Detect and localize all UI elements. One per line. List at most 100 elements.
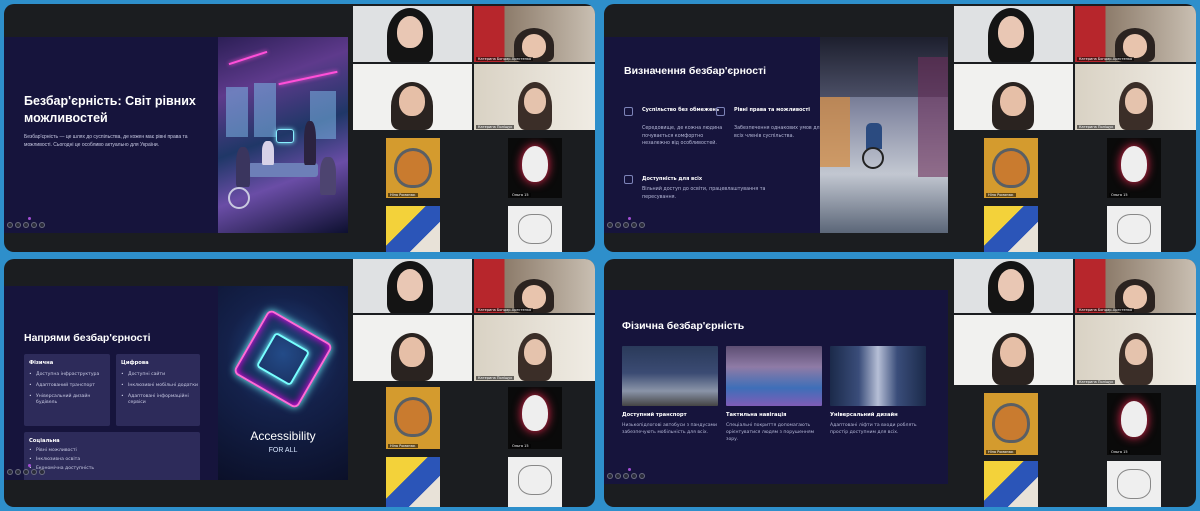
- list-item: Доступні сайти: [121, 372, 201, 378]
- video-tile[interactable]: [954, 315, 1073, 385]
- video-tile[interactable]: [1107, 206, 1161, 252]
- slide-toolbar: [7, 222, 45, 228]
- video-tile[interactable]: Ніна Романюк: [386, 387, 440, 449]
- feature-title: Суспільство без обмежень: [642, 107, 720, 113]
- quadrant-2: Визначення безбар'єрності Суспільство бе…: [604, 4, 1196, 252]
- people-icon: [624, 107, 633, 116]
- list-item: Рівні можливості: [29, 448, 109, 454]
- slide-title: Визначення безбар'єрності: [624, 65, 767, 77]
- video-tile[interactable]: [508, 457, 562, 507]
- card-title: Соціальна: [29, 438, 60, 444]
- prev-slide-button[interactable]: [7, 222, 13, 228]
- more-button[interactable]: [39, 222, 45, 228]
- participant-name: Катерина Бондар-Хрестенко: [1077, 57, 1135, 61]
- video-tile[interactable]: Ольга 15: [508, 387, 562, 449]
- quadrant-4: Фізична безбар'єрність Доступний транспо…: [604, 259, 1196, 507]
- elevator-image: [830, 346, 926, 406]
- quadrant-1: Безбар'єрність: Світ рівних можливостей …: [4, 4, 595, 252]
- video-tile[interactable]: Катерина Поліщук: [1075, 315, 1196, 385]
- more-button[interactable]: [639, 222, 645, 228]
- video-tile[interactable]: Катерина Бондар-Хрестенко: [474, 6, 595, 62]
- video-tile[interactable]: [954, 64, 1073, 130]
- video-tile[interactable]: [508, 206, 562, 252]
- zoom-button[interactable]: [31, 222, 37, 228]
- slide-toolbar: [607, 473, 645, 479]
- video-tile[interactable]: [1107, 461, 1161, 507]
- laser-pointer: [28, 217, 31, 220]
- feature-desc: Спеціальні покриття допомагають орієнтув…: [726, 423, 815, 442]
- door-icon: [624, 175, 633, 184]
- video-tile[interactable]: Ольга 15: [1107, 393, 1161, 455]
- video-tile[interactable]: [353, 259, 472, 313]
- video-tile[interactable]: [984, 206, 1038, 252]
- video-tile[interactable]: Катерина Поліщук: [474, 64, 595, 130]
- slide-title: Фізична безбар'єрність: [622, 320, 745, 332]
- laser-pointer: [628, 468, 631, 471]
- video-tile[interactable]: Ніна Романюк: [386, 138, 440, 198]
- feature-desc: Середовище, де кожна людина почувається …: [642, 126, 723, 146]
- list-item: Доступна інфраструктура: [29, 372, 109, 378]
- card-title: Цифрова: [121, 360, 149, 366]
- video-tile[interactable]: Катерина Бондар-Хрестенко: [474, 259, 595, 313]
- prev-slide-button[interactable]: [607, 473, 613, 479]
- zoom-button[interactable]: [631, 222, 637, 228]
- prev-slide-button[interactable]: [607, 222, 613, 228]
- slide-title: Безбар'єрність: Світ рівних можливостей: [24, 94, 196, 125]
- participant-name: Катерина Поліщук: [476, 125, 515, 129]
- video-tile[interactable]: [386, 457, 440, 507]
- participant-name: Катерина Поліщук: [1077, 380, 1116, 384]
- feature-desc: Вільний доступ до освіти, працевлаштуван…: [642, 187, 766, 200]
- video-tile[interactable]: [353, 64, 472, 130]
- participant-name: Катерина Бондар-Хрестенко: [1077, 308, 1135, 312]
- slide-title: Напрями безбар'єрності: [24, 332, 151, 344]
- presentation-slide: Безбар'єрність: Світ рівних можливостей …: [4, 37, 348, 233]
- video-tile[interactable]: Катерина Поліщук: [474, 315, 595, 381]
- slide-toolbar: [607, 222, 645, 228]
- more-button[interactable]: [639, 473, 645, 479]
- pen-tool-button[interactable]: [623, 222, 629, 228]
- feature-desc: Низькопідлогові автобуси з пандусами заб…: [622, 423, 717, 435]
- laser-pointer: [628, 217, 631, 220]
- play-button[interactable]: [15, 469, 21, 475]
- presentation-slide: Визначення безбар'єрності Суспільство бе…: [604, 37, 948, 233]
- participant-name: Катерина Поліщук: [1077, 125, 1116, 129]
- prev-slide-button[interactable]: [7, 469, 13, 475]
- video-tile[interactable]: Катерина Поліщук: [1075, 64, 1196, 130]
- feature-title: Доступність для всіх: [642, 176, 703, 182]
- quadrant-3: Напрями безбар'єрності Фізична Доступна …: [4, 259, 595, 507]
- pen-tool-button[interactable]: [23, 469, 29, 475]
- feature-title: Рівні права та можливості: [734, 107, 810, 113]
- video-tile[interactable]: Ніна Романюк: [984, 138, 1038, 198]
- slide-illustration: Accessibility FOR ALL: [218, 286, 348, 480]
- illustration-subheading: FOR ALL: [268, 447, 298, 454]
- more-button[interactable]: [39, 469, 45, 475]
- list-item: Універсальний дизайн будівель: [29, 394, 109, 406]
- video-tile[interactable]: Катерина Бондар-Хрестенко: [1075, 6, 1196, 62]
- video-tile[interactable]: Ольга 15: [1107, 138, 1161, 198]
- zoom-button[interactable]: [631, 473, 637, 479]
- feature-column: Доступний транспорт Низькопідлогові авто…: [622, 346, 718, 436]
- video-tile[interactable]: [386, 206, 440, 252]
- zoom-button[interactable]: [31, 469, 37, 475]
- video-tile[interactable]: [353, 6, 472, 62]
- video-tile[interactable]: Ольга 15: [508, 138, 562, 198]
- video-tile[interactable]: [954, 6, 1073, 62]
- video-tile[interactable]: [984, 461, 1038, 507]
- video-tile[interactable]: Ніна Романюк: [984, 393, 1038, 455]
- feature-column: Тактильна навігація Спеціальні покриття …: [726, 346, 822, 443]
- play-button[interactable]: [615, 473, 621, 479]
- feature-column: Універсальний дизайн Адаптовані ліфти та…: [830, 346, 926, 436]
- participant-name: Ніна Романюк: [388, 444, 418, 448]
- slide-toolbar: [7, 469, 45, 475]
- video-tile[interactable]: Катерина Бондар-Хрестенко: [1075, 259, 1196, 313]
- list-item: Інклюзивна освіта: [29, 457, 109, 463]
- play-button[interactable]: [615, 222, 621, 228]
- participant-name: Катерина Поліщук: [476, 376, 515, 380]
- video-tile[interactable]: [353, 315, 472, 381]
- pen-tool-button[interactable]: [23, 222, 29, 228]
- pen-tool-button[interactable]: [623, 473, 629, 479]
- feature-desc: Забезпечення однакових умов для всіх чле…: [734, 126, 823, 139]
- video-tile[interactable]: [954, 259, 1073, 313]
- play-button[interactable]: [15, 222, 21, 228]
- participant-name: Ольга 15: [1109, 193, 1130, 197]
